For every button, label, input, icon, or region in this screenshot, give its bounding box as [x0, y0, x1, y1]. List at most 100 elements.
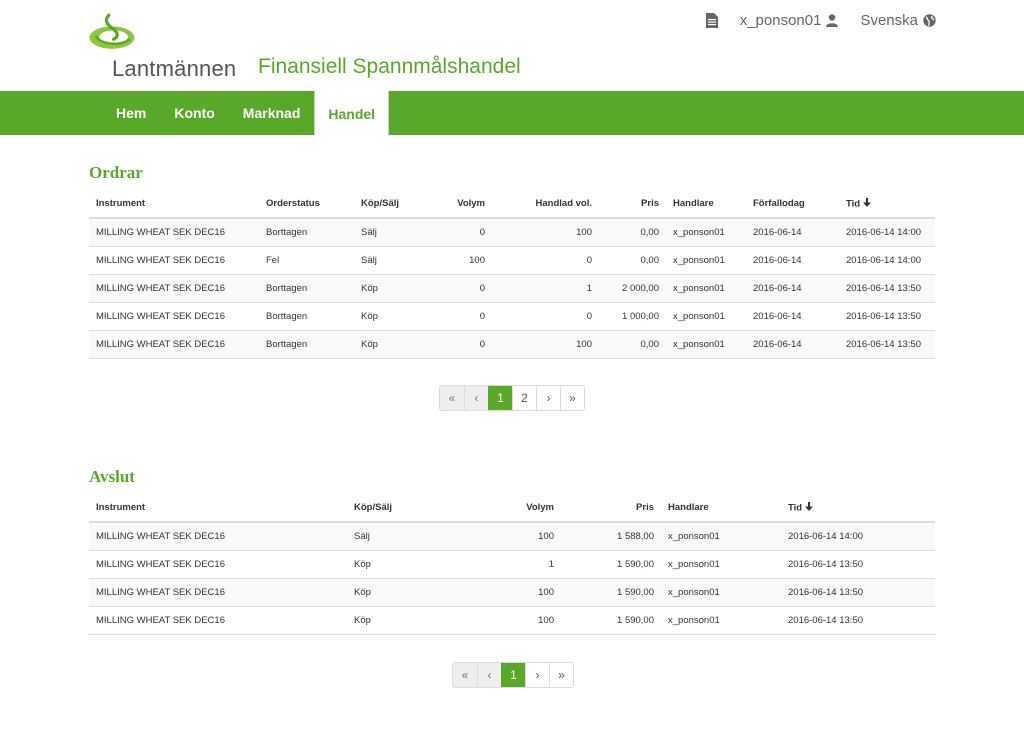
cell-instrument: MILLING WHEAT SEK DEC16 [89, 550, 347, 579]
cell-price: 1 000,00 [599, 302, 666, 331]
cell-time: 2016-06-14 13:50 [839, 302, 935, 331]
trades-heading: Avslut [89, 467, 135, 486]
cell-buy-sell: Sälj [347, 522, 465, 551]
cell-trader: x_ponson01 [661, 550, 781, 579]
pagination-page-2[interactable]: 2 [512, 386, 536, 410]
table-row[interactable]: MILLING WHEAT SEK DEC16 Borttagen Sälj 0… [89, 218, 935, 247]
cell-price: 2 000,00 [599, 274, 666, 303]
cell-expiry: 2016-06-14 [746, 274, 839, 303]
nav-item-konto[interactable]: Konto [160, 91, 228, 135]
col-instrument[interactable]: Instrument [89, 494, 347, 523]
pagination-page-1[interactable]: 1 [501, 663, 525, 687]
pagination-last[interactable]: » [560, 386, 584, 410]
trades-pagination: « ‹ 1 › » [452, 662, 574, 688]
table-row[interactable]: MILLING WHEAT SEK DEC16 Köp 100 1 590,00… [89, 606, 935, 635]
orders-header-row: Instrument Orderstatus Köp/Sälj Volym Ha… [89, 190, 935, 219]
cell-buy-sell: Köp [354, 302, 427, 331]
col-price[interactable]: Pris [599, 190, 666, 219]
col-time[interactable]: Tid [781, 494, 935, 523]
col-trader[interactable]: Handlare [661, 494, 781, 523]
cell-orderstatus: Borttagen [259, 330, 354, 359]
cell-instrument: MILLING WHEAT SEK DEC16 [89, 330, 259, 359]
cell-buy-sell: Sälj [354, 246, 427, 275]
trades-header-row: Instrument Köp/Sälj Volym Pris Handlare … [89, 494, 935, 523]
col-trader[interactable]: Handlare [666, 190, 746, 219]
pagination-first[interactable]: « [453, 663, 477, 687]
cell-expiry: 2016-06-14 [746, 218, 839, 247]
col-instrument[interactable]: Instrument [89, 190, 259, 219]
lantmannen-logo[interactable]: Lantmännen [88, 8, 248, 81]
col-time[interactable]: Tid [839, 190, 935, 219]
cell-trader: x_ponson01 [666, 302, 746, 331]
col-time-label: Tid [788, 502, 803, 514]
col-volume[interactable]: Volym [427, 190, 492, 219]
cell-volume: 100 [465, 522, 561, 551]
nav-item-handel[interactable]: Handel [314, 91, 390, 136]
user-menu[interactable]: x_ponson01 [740, 12, 839, 29]
cell-traded-volume: 0 [492, 246, 599, 275]
cell-instrument: MILLING WHEAT SEK DEC16 [89, 274, 259, 303]
orders-table: Instrument Orderstatus Köp/Sälj Volym Ha… [89, 190, 935, 359]
cell-traded-volume: 0 [492, 302, 599, 331]
cell-orderstatus: Fel [259, 246, 354, 275]
col-orderstatus[interactable]: Orderstatus [259, 190, 354, 219]
cell-trader: x_ponson01 [666, 218, 746, 247]
table-row[interactable]: MILLING WHEAT SEK DEC16 Köp 1 1 590,00 x… [89, 550, 935, 579]
cell-trader: x_ponson01 [661, 522, 781, 551]
col-price[interactable]: Pris [561, 494, 661, 523]
table-row[interactable]: MILLING WHEAT SEK DEC16 Fel Sälj 100 0 0… [89, 246, 935, 275]
cell-buy-sell: Köp [354, 330, 427, 359]
cell-volume: 0 [427, 218, 492, 247]
cell-volume: 0 [427, 302, 492, 331]
logo-swirl-icon [89, 13, 135, 49]
cell-volume: 0 [427, 330, 492, 359]
col-expiry[interactable]: Förfallodag [746, 190, 839, 219]
cell-price: 0,00 [599, 330, 666, 359]
pagination-first[interactable]: « [440, 386, 464, 410]
col-buy-sell[interactable]: Köp/Sälj [347, 494, 465, 523]
language-label: Svenska [860, 12, 918, 29]
pagination-next[interactable]: › [525, 663, 549, 687]
cell-time: 2016-06-14 13:50 [781, 550, 935, 579]
cell-instrument: MILLING WHEAT SEK DEC16 [89, 246, 259, 275]
col-buy-sell[interactable]: Köp/Sälj [354, 190, 427, 219]
cell-traded-volume: 100 [492, 330, 599, 359]
table-row[interactable]: MILLING WHEAT SEK DEC16 Borttagen Köp 0 … [89, 302, 935, 331]
pagination-next[interactable]: › [536, 386, 560, 410]
orders-pagination: « ‹ 1 2 › » [439, 385, 585, 411]
language-selector[interactable]: Svenska [860, 12, 936, 29]
cell-time: 2016-06-14 14:00 [839, 246, 935, 275]
nav-item-marknad[interactable]: Marknad [229, 91, 315, 135]
cell-price: 0,00 [599, 218, 666, 247]
cell-volume: 100 [427, 246, 492, 275]
pagination-prev[interactable]: ‹ [477, 663, 501, 687]
pagination-prev[interactable]: ‹ [464, 386, 488, 410]
table-row[interactable]: MILLING WHEAT SEK DEC16 Borttagen Köp 0 … [89, 274, 935, 303]
logo-text: Lantmännen [112, 56, 237, 81]
cell-trader: x_ponson01 [666, 330, 746, 359]
sort-down-arrow-icon [805, 501, 814, 514]
cell-time: 2016-06-14 13:50 [839, 330, 935, 359]
cell-expiry: 2016-06-14 [746, 330, 839, 359]
orders-heading: Ordrar [89, 163, 143, 182]
pagination-last[interactable]: » [549, 663, 573, 687]
cell-instrument: MILLING WHEAT SEK DEC16 [89, 578, 347, 607]
cell-time: 2016-06-14 13:50 [781, 578, 935, 607]
cell-buy-sell: Köp [347, 550, 465, 579]
user-icon [826, 14, 839, 27]
col-traded-volume[interactable]: Handlad vol. [492, 190, 599, 219]
pagination-page-1[interactable]: 1 [488, 386, 512, 410]
cell-instrument: MILLING WHEAT SEK DEC16 [89, 606, 347, 635]
username: x_ponson01 [739, 12, 822, 29]
cell-buy-sell: Sälj [354, 218, 427, 247]
table-row[interactable]: MILLING WHEAT SEK DEC16 Köp 100 1 590,00… [89, 578, 935, 607]
nav-item-hem[interactable]: Hem [102, 91, 160, 135]
cell-volume: 100 [465, 606, 561, 635]
top-navigation: x_ponson01 Svenska [705, 12, 936, 29]
table-row[interactable]: MILLING WHEAT SEK DEC16 Borttagen Köp 0 … [89, 330, 935, 359]
documents-link[interactable] [705, 13, 718, 28]
cell-volume: 1 [465, 550, 561, 579]
table-row[interactable]: MILLING WHEAT SEK DEC16 Sälj 100 1 588,0… [89, 522, 935, 551]
col-volume[interactable]: Volym [465, 494, 561, 523]
cell-trader: x_ponson01 [661, 578, 781, 607]
